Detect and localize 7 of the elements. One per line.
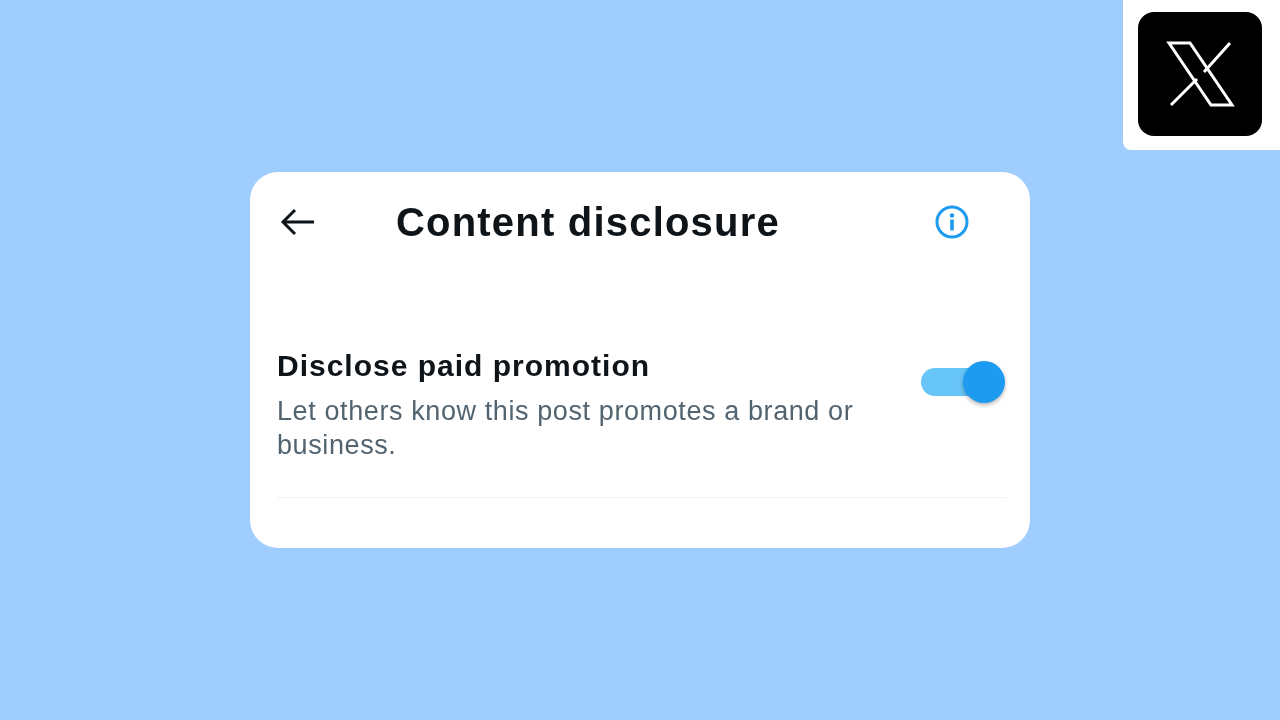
setting-description: Let others know this post promotes a brand or business.: [277, 395, 855, 462]
info-button[interactable]: [935, 205, 969, 239]
toggle-switch[interactable]: [919, 359, 1007, 405]
setting-title: Disclose paid promotion: [277, 349, 652, 383]
page-title: Content disclosure: [396, 199, 781, 246]
info-icon: [935, 205, 969, 239]
logo-icon: [1138, 12, 1262, 136]
